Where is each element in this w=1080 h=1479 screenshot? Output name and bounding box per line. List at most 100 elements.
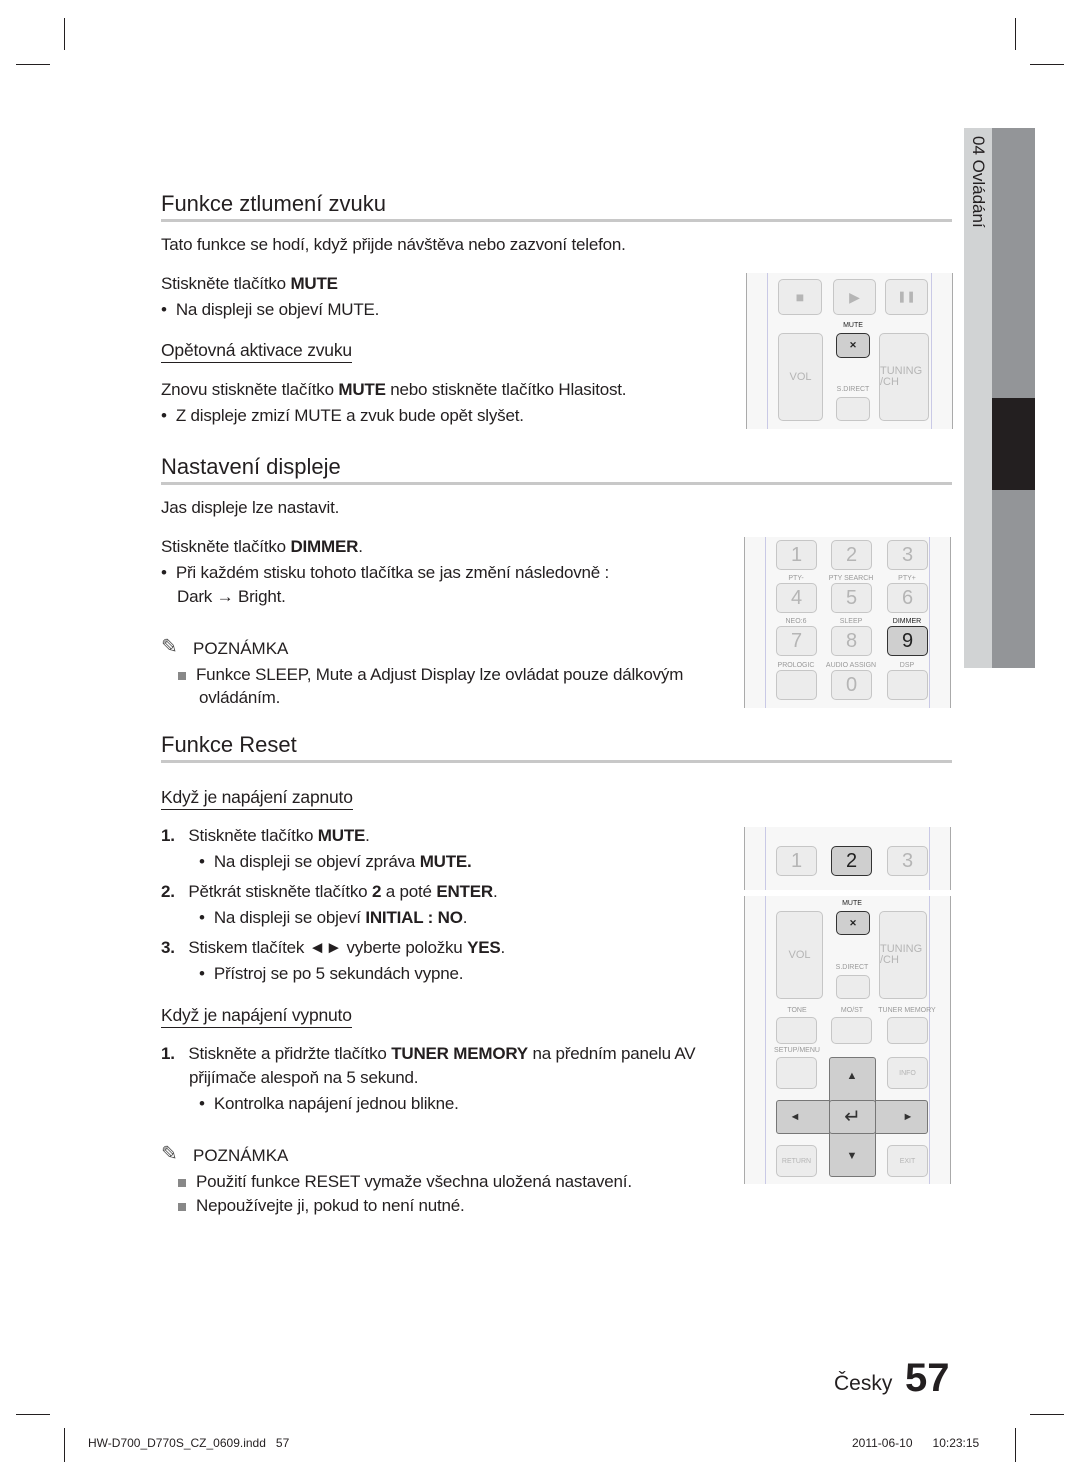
- crop-mark: [1015, 1428, 1016, 1462]
- page-number: 57: [905, 1356, 950, 1400]
- key-label: NEO:6: [785, 618, 807, 625]
- dsp-button: [887, 670, 928, 700]
- step-3: 3. Stiskem tlačítek ◄► vyberte položku Y…: [161, 938, 506, 957]
- note-item-cont: ovládáním.: [199, 688, 281, 707]
- key-label: PTY+: [898, 575, 916, 582]
- pencil-icon: ✎: [161, 1143, 178, 1165]
- setup-menu-label: SETUP/MENU: [774, 1047, 820, 1054]
- exit-button: EXIT: [887, 1145, 928, 1177]
- step-1-bullet: • Na displeji se objeví zpráva MUTE.: [199, 852, 472, 871]
- section-title-display: Nastavení displeje: [161, 454, 341, 479]
- crop-mark: [16, 64, 50, 65]
- key-label: PROLOGIC: [777, 662, 815, 669]
- dimmer-instruction: Stiskněte tlačítko DIMMER.: [161, 537, 363, 556]
- number-key: 6: [887, 583, 928, 613]
- section-title-reset: Funkce Reset: [161, 732, 297, 757]
- tuning-button: TUNING /CH: [879, 333, 929, 421]
- number-key: 3: [887, 540, 928, 570]
- sdirect-label: S.DIRECT: [836, 386, 870, 393]
- display-intro: Jas displeje lze nastavit.: [161, 498, 340, 517]
- sdirect-button: [836, 397, 870, 421]
- off-step-1: 1. Stiskněte a přidržte tlačítko TUNER M…: [161, 1044, 696, 1063]
- divider: [161, 482, 952, 485]
- crop-mark: [64, 1428, 65, 1462]
- number-key: 8: [831, 626, 872, 656]
- key-label: PTY-: [788, 575, 804, 582]
- setup-menu-button: [776, 1057, 817, 1089]
- step-1: 1. Stiskněte tlačítko MUTE.: [161, 826, 370, 845]
- subheading-reactivate: Opětovná aktivace zvuku: [161, 340, 352, 363]
- dimmer-bullet: • Při každém stisku tohoto tlačítka se j…: [161, 563, 610, 582]
- right-arrow-icon: ►: [902, 1110, 914, 1123]
- tuner-memory-label: TUNER MEMORY: [878, 1007, 936, 1014]
- key-label: AUDIO ASSIGN: [825, 662, 877, 669]
- mute-intro: Tato funkce se hodí, když přijde návštěv…: [161, 235, 626, 254]
- pencil-icon: ✎: [161, 636, 178, 658]
- step-2-bullet: • Na displeji se objeví INITIAL : NO.: [199, 908, 468, 927]
- chapter-label: 04 Ovládání: [969, 136, 988, 228]
- tuner-memory-button: [887, 1017, 928, 1044]
- volume-button: VOL: [778, 333, 823, 421]
- number-key: 1: [776, 540, 817, 570]
- note-title: POZNÁMKA: [193, 1146, 289, 1165]
- mute-label: MUTE: [843, 322, 863, 329]
- number-key: 1: [776, 846, 817, 876]
- key-label: DIMMER: [892, 618, 922, 625]
- tone-button: [776, 1017, 817, 1044]
- subheading-power-off: Když je napájení vypnuto: [161, 1005, 352, 1028]
- number-key: 4: [776, 583, 817, 613]
- step-3-bullet: • Přístroj se po 5 sekundách vypne.: [199, 964, 464, 983]
- moist-button: [831, 1017, 872, 1044]
- side-tab-active: [992, 398, 1035, 490]
- number-key: 7: [776, 626, 817, 656]
- note-item: Použití funkce RESET vymaže všechna ulož…: [178, 1172, 632, 1192]
- moist-label: MO/ST: [840, 1007, 864, 1014]
- key-label: PTY SEARCH: [828, 575, 874, 582]
- subheading-power-on: Když je napájení zapnuto: [161, 787, 353, 810]
- reactivate-instruction: Znovu stiskněte tlačítko MUTE nebo stisk…: [161, 380, 627, 399]
- off-step-1-cont: přijímače alespoň na 5 sekund.: [189, 1068, 419, 1087]
- footer-file: HW-D700_D770S_CZ_0609.indd 57: [88, 1436, 290, 1450]
- prologic-button: [776, 670, 817, 700]
- number-key: 3: [887, 846, 928, 876]
- reactivate-bullet: • Z displeje zmizí MUTE a zvuk bude opět…: [161, 406, 524, 425]
- play-button: ▶: [833, 279, 876, 315]
- key-label: DSP: [899, 662, 915, 669]
- crop-mark: [1030, 64, 1064, 65]
- enter-button: ↵: [829, 1100, 876, 1134]
- sdirect-label: S.DIRECT: [835, 964, 869, 971]
- left-arrow-icon: ◄: [789, 1110, 801, 1123]
- number-key: 2: [831, 846, 872, 876]
- step-2: 2. Pětkrát stiskněte tlačítko 2 a poté E…: [161, 882, 498, 901]
- dimmer-bullet-cont: Dark → Bright.: [177, 587, 286, 606]
- crop-mark: [16, 1414, 50, 1415]
- off-step-1-bullet: • Kontrolka napájení jednou blikne.: [199, 1094, 459, 1113]
- mute-instruction: Stiskněte tlačítko MUTE: [161, 274, 338, 293]
- note-item: Funkce SLEEP, Mute a Adjust Display lze …: [178, 665, 683, 685]
- divider: [161, 760, 952, 763]
- number-key: 0: [831, 670, 872, 700]
- note-item: Nepoužívejte ji, pokud to není nutné.: [178, 1196, 465, 1216]
- number-key: 5: [831, 583, 872, 613]
- crop-mark: [1030, 1414, 1064, 1415]
- up-arrow-icon: ▲: [846, 1069, 858, 1082]
- volume-button: VOL: [776, 911, 823, 999]
- mute-label: MUTE: [842, 900, 862, 907]
- pause-button: ❚❚: [885, 279, 928, 315]
- section-title-mute: Funkce ztlumení zvuku: [161, 191, 386, 216]
- number-key: 9: [887, 626, 928, 656]
- mute-button: ✕: [836, 911, 870, 935]
- down-arrow-icon: ▼: [846, 1149, 858, 1162]
- sdirect-button: [836, 975, 870, 999]
- mute-bullet: • Na displeji se objeví MUTE.: [161, 300, 380, 319]
- number-key: 2: [831, 540, 872, 570]
- tone-label: TONE: [787, 1007, 807, 1014]
- tuning-button: TUNING /CH: [879, 911, 927, 999]
- key-label: SLEEP: [839, 618, 863, 625]
- language-label: Česky: [834, 1372, 893, 1395]
- crop-mark: [64, 18, 65, 50]
- return-button: RETURN: [776, 1145, 817, 1177]
- mute-button: ✕: [836, 333, 870, 358]
- stop-button: ■: [778, 279, 822, 315]
- info-button: INFO: [887, 1057, 928, 1089]
